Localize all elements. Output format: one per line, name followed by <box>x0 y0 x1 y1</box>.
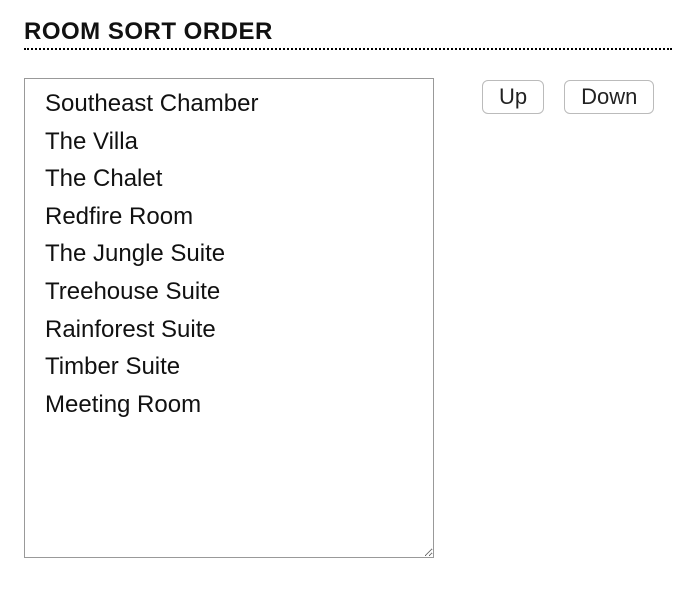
list-item[interactable]: Southeast Chamber <box>25 85 433 123</box>
content-row: Southeast Chamber The Villa The Chalet R… <box>24 78 672 558</box>
room-listbox[interactable]: Southeast Chamber The Villa The Chalet R… <box>24 78 434 558</box>
list-item[interactable]: Meeting Room <box>25 386 433 424</box>
list-item[interactable]: The Jungle Suite <box>25 235 433 273</box>
list-item[interactable]: The Villa <box>25 123 433 161</box>
section-heading: ROOM SORT ORDER <box>24 18 672 50</box>
list-item[interactable]: Redfire Room <box>25 198 433 236</box>
up-button[interactable]: Up <box>482 80 544 114</box>
list-item[interactable]: Rainforest Suite <box>25 311 433 349</box>
down-button[interactable]: Down <box>564 80 654 114</box>
list-item[interactable]: Timber Suite <box>25 348 433 386</box>
list-item[interactable]: Treehouse Suite <box>25 273 433 311</box>
button-group: Up Down <box>482 78 654 114</box>
list-item[interactable]: The Chalet <box>25 160 433 198</box>
